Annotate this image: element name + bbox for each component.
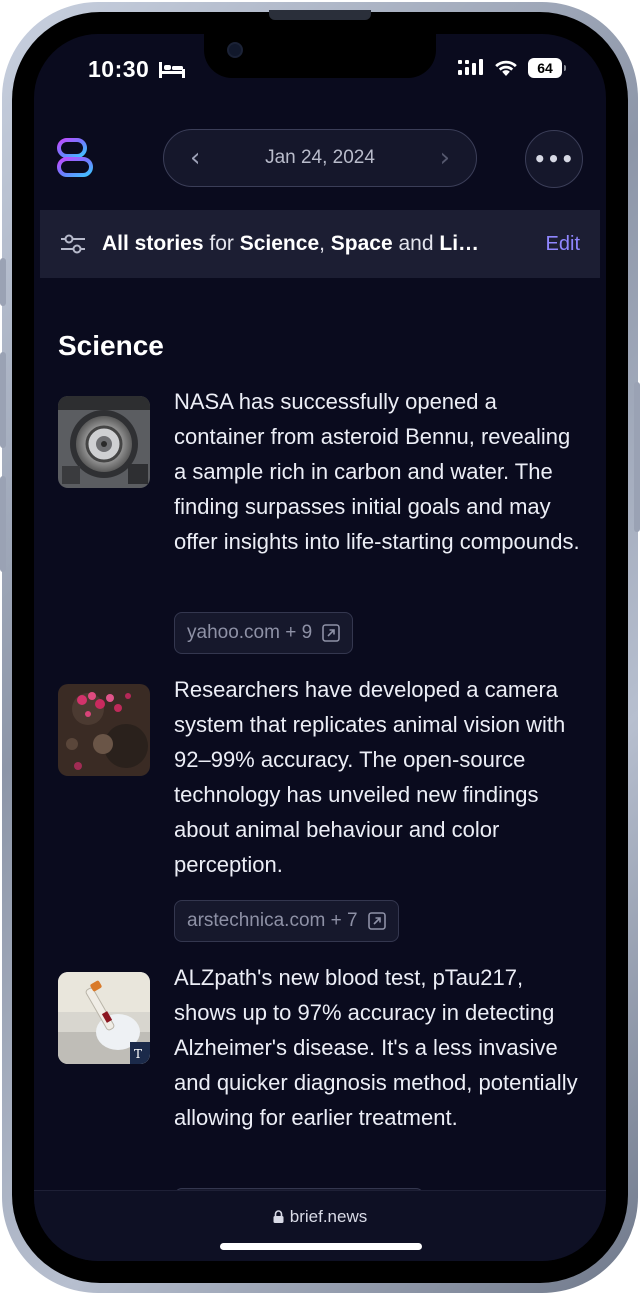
svg-text:T: T bbox=[134, 1047, 142, 1061]
wifi-icon bbox=[495, 60, 517, 76]
flowers-thumbnail bbox=[58, 684, 150, 776]
source-label: arstechnica.com + 7 bbox=[187, 910, 358, 931]
source-chip[interactable]: yahoo.com + 9 bbox=[174, 612, 354, 654]
filter-all-stories: All stories bbox=[102, 232, 204, 255]
lock-icon bbox=[273, 1210, 284, 1223]
story-summary: Researchers have developed a camera syst… bbox=[174, 677, 566, 877]
story-summary: NASA has successfully opened a container… bbox=[174, 389, 580, 554]
volume-up-button bbox=[0, 352, 6, 448]
status-icons: 64 bbox=[458, 58, 566, 78]
edit-filter-button[interactable]: Edit bbox=[546, 233, 580, 256]
filter-topic-science: Science bbox=[239, 232, 320, 255]
camera-icon bbox=[227, 42, 243, 58]
cellular-signal-icon bbox=[458, 59, 483, 75]
sliders-icon bbox=[61, 234, 85, 254]
action-button bbox=[0, 258, 6, 306]
speaker-grille bbox=[269, 10, 371, 20]
filter-comma: , bbox=[319, 232, 331, 255]
source-label: yahoo.com + 9 bbox=[187, 622, 313, 643]
more-options-button[interactable]: ••• bbox=[525, 130, 583, 188]
filter-for: for bbox=[203, 232, 240, 255]
date-navigator: ‹ Jan 24, 2024 › bbox=[163, 129, 477, 187]
filter-topic-space: Space bbox=[330, 232, 393, 255]
brief-logo-icon[interactable] bbox=[56, 137, 94, 179]
external-link-icon bbox=[367, 912, 386, 930]
home-indicator[interactable] bbox=[220, 1243, 422, 1250]
next-day-button[interactable]: › bbox=[440, 145, 450, 171]
asteroid-sample-thumbnail bbox=[58, 396, 150, 488]
screen: 10:30 64 ‹ Jan 24, 2024 › ••• All storie… bbox=[34, 34, 606, 1261]
filter-summary: All stories for Science, Space and Li… bbox=[102, 232, 512, 256]
external-link-icon bbox=[322, 624, 340, 642]
url-text: brief.news bbox=[289, 1207, 368, 1226]
address-bar[interactable]: brief.news bbox=[34, 1207, 606, 1227]
volume-down-button bbox=[0, 476, 6, 572]
story-filter-bar[interactable]: All stories for Science, Space and Li… E… bbox=[40, 210, 600, 278]
source-chip[interactable]: arstechnica.com + 7 bbox=[174, 900, 399, 942]
section-title: Science bbox=[58, 330, 164, 361]
browser-bottom-bar: brief.news bbox=[34, 1190, 606, 1261]
sleep-focus-icon bbox=[159, 62, 185, 78]
current-date[interactable]: Jan 24, 2024 bbox=[265, 147, 375, 169]
status-time: 10:30 bbox=[88, 56, 150, 82]
story-summary: ALZpath's new blood test, pTau217, shows… bbox=[174, 965, 578, 1130]
prev-day-button[interactable]: ‹ bbox=[190, 145, 200, 171]
filter-topic-more: Li… bbox=[439, 232, 480, 255]
blood-test-thumbnail: T bbox=[58, 972, 150, 1064]
battery-icon: 64 bbox=[528, 58, 566, 78]
power-button bbox=[634, 382, 640, 532]
filter-and: and bbox=[392, 232, 440, 255]
